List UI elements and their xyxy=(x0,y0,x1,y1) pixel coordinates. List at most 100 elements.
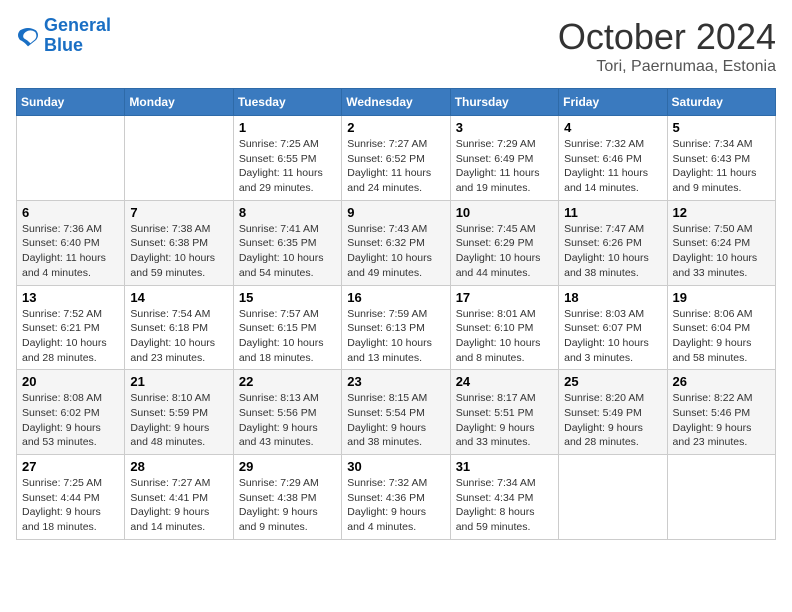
day-detail: Sunrise: 7:45 AMSunset: 6:29 PMDaylight:… xyxy=(456,222,553,281)
day-detail: Sunrise: 7:25 AMSunset: 4:44 PMDaylight:… xyxy=(22,476,119,535)
calendar-cell: 29 Sunrise: 7:29 AMSunset: 4:38 PMDaylig… xyxy=(233,455,341,540)
calendar-week-1: 1 Sunrise: 7:25 AMSunset: 6:55 PMDayligh… xyxy=(17,116,776,201)
title-block: October 2024 Tori, Paernumaa, Estonia xyxy=(558,16,776,76)
logo: General Blue xyxy=(16,16,111,56)
calendar-cell: 2 Sunrise: 7:27 AMSunset: 6:52 PMDayligh… xyxy=(342,116,450,201)
day-number: 14 xyxy=(130,290,227,305)
header-tuesday: Tuesday xyxy=(233,89,341,116)
calendar-cell: 11 Sunrise: 7:47 AMSunset: 6:26 PMDaylig… xyxy=(559,200,667,285)
header-friday: Friday xyxy=(559,89,667,116)
day-detail: Sunrise: 8:03 AMSunset: 6:07 PMDaylight:… xyxy=(564,307,661,366)
day-number: 6 xyxy=(22,205,119,220)
day-number: 20 xyxy=(22,374,119,389)
day-detail: Sunrise: 8:17 AMSunset: 5:51 PMDaylight:… xyxy=(456,391,553,450)
day-number: 17 xyxy=(456,290,553,305)
day-number: 12 xyxy=(673,205,770,220)
day-detail: Sunrise: 8:10 AMSunset: 5:59 PMDaylight:… xyxy=(130,391,227,450)
day-detail: Sunrise: 7:52 AMSunset: 6:21 PMDaylight:… xyxy=(22,307,119,366)
calendar-cell: 26 Sunrise: 8:22 AMSunset: 5:46 PMDaylig… xyxy=(667,370,775,455)
calendar-cell: 19 Sunrise: 8:06 AMSunset: 6:04 PMDaylig… xyxy=(667,285,775,370)
calendar-cell: 10 Sunrise: 7:45 AMSunset: 6:29 PMDaylig… xyxy=(450,200,558,285)
weekday-header-row: Sunday Monday Tuesday Wednesday Thursday… xyxy=(17,89,776,116)
day-detail: Sunrise: 7:38 AMSunset: 6:38 PMDaylight:… xyxy=(130,222,227,281)
header-sunday: Sunday xyxy=(17,89,125,116)
day-detail: Sunrise: 8:06 AMSunset: 6:04 PMDaylight:… xyxy=(673,307,770,366)
calendar-cell: 8 Sunrise: 7:41 AMSunset: 6:35 PMDayligh… xyxy=(233,200,341,285)
calendar-cell xyxy=(125,116,233,201)
day-number: 7 xyxy=(130,205,227,220)
day-detail: Sunrise: 7:34 AMSunset: 6:43 PMDaylight:… xyxy=(673,137,770,196)
day-number: 31 xyxy=(456,459,553,474)
calendar-cell: 15 Sunrise: 7:57 AMSunset: 6:15 PMDaylig… xyxy=(233,285,341,370)
calendar-week-3: 13 Sunrise: 7:52 AMSunset: 6:21 PMDaylig… xyxy=(17,285,776,370)
calendar-week-4: 20 Sunrise: 8:08 AMSunset: 6:02 PMDaylig… xyxy=(17,370,776,455)
calendar-cell: 1 Sunrise: 7:25 AMSunset: 6:55 PMDayligh… xyxy=(233,116,341,201)
day-detail: Sunrise: 7:36 AMSunset: 6:40 PMDaylight:… xyxy=(22,222,119,281)
calendar-cell: 31 Sunrise: 7:34 AMSunset: 4:34 PMDaylig… xyxy=(450,455,558,540)
day-number: 8 xyxy=(239,205,336,220)
day-number: 3 xyxy=(456,120,553,135)
page-header: General Blue October 2024 Tori, Paernuma… xyxy=(16,16,776,76)
calendar-cell: 27 Sunrise: 7:25 AMSunset: 4:44 PMDaylig… xyxy=(17,455,125,540)
day-number: 28 xyxy=(130,459,227,474)
calendar-cell: 23 Sunrise: 8:15 AMSunset: 5:54 PMDaylig… xyxy=(342,370,450,455)
day-detail: Sunrise: 7:43 AMSunset: 6:32 PMDaylight:… xyxy=(347,222,444,281)
calendar-cell: 4 Sunrise: 7:32 AMSunset: 6:46 PMDayligh… xyxy=(559,116,667,201)
day-number: 9 xyxy=(347,205,444,220)
day-number: 21 xyxy=(130,374,227,389)
day-number: 18 xyxy=(564,290,661,305)
calendar-cell: 5 Sunrise: 7:34 AMSunset: 6:43 PMDayligh… xyxy=(667,116,775,201)
calendar-title: October 2024 xyxy=(558,16,776,58)
calendar-week-2: 6 Sunrise: 7:36 AMSunset: 6:40 PMDayligh… xyxy=(17,200,776,285)
day-number: 23 xyxy=(347,374,444,389)
calendar-week-5: 27 Sunrise: 7:25 AMSunset: 4:44 PMDaylig… xyxy=(17,455,776,540)
day-number: 27 xyxy=(22,459,119,474)
day-number: 30 xyxy=(347,459,444,474)
calendar-cell: 16 Sunrise: 7:59 AMSunset: 6:13 PMDaylig… xyxy=(342,285,450,370)
day-detail: Sunrise: 7:57 AMSunset: 6:15 PMDaylight:… xyxy=(239,307,336,366)
calendar-cell: 9 Sunrise: 7:43 AMSunset: 6:32 PMDayligh… xyxy=(342,200,450,285)
day-number: 22 xyxy=(239,374,336,389)
logo-icon xyxy=(16,24,40,48)
day-detail: Sunrise: 8:20 AMSunset: 5:49 PMDaylight:… xyxy=(564,391,661,450)
calendar-cell: 24 Sunrise: 8:17 AMSunset: 5:51 PMDaylig… xyxy=(450,370,558,455)
day-number: 2 xyxy=(347,120,444,135)
day-number: 5 xyxy=(673,120,770,135)
calendar-cell: 18 Sunrise: 8:03 AMSunset: 6:07 PMDaylig… xyxy=(559,285,667,370)
calendar-subtitle: Tori, Paernumaa, Estonia xyxy=(558,58,776,76)
day-number: 10 xyxy=(456,205,553,220)
calendar-cell xyxy=(559,455,667,540)
day-number: 4 xyxy=(564,120,661,135)
header-thursday: Thursday xyxy=(450,89,558,116)
calendar-cell: 3 Sunrise: 7:29 AMSunset: 6:49 PMDayligh… xyxy=(450,116,558,201)
day-number: 1 xyxy=(239,120,336,135)
day-detail: Sunrise: 8:08 AMSunset: 6:02 PMDaylight:… xyxy=(22,391,119,450)
day-number: 24 xyxy=(456,374,553,389)
day-detail: Sunrise: 7:32 AMSunset: 4:36 PMDaylight:… xyxy=(347,476,444,535)
calendar-cell: 6 Sunrise: 7:36 AMSunset: 6:40 PMDayligh… xyxy=(17,200,125,285)
calendar-cell: 20 Sunrise: 8:08 AMSunset: 6:02 PMDaylig… xyxy=(17,370,125,455)
calendar-cell: 7 Sunrise: 7:38 AMSunset: 6:38 PMDayligh… xyxy=(125,200,233,285)
day-detail: Sunrise: 8:13 AMSunset: 5:56 PMDaylight:… xyxy=(239,391,336,450)
calendar-table: Sunday Monday Tuesday Wednesday Thursday… xyxy=(16,88,776,540)
calendar-cell: 14 Sunrise: 7:54 AMSunset: 6:18 PMDaylig… xyxy=(125,285,233,370)
calendar-cell: 17 Sunrise: 8:01 AMSunset: 6:10 PMDaylig… xyxy=(450,285,558,370)
header-monday: Monday xyxy=(125,89,233,116)
day-detail: Sunrise: 7:50 AMSunset: 6:24 PMDaylight:… xyxy=(673,222,770,281)
day-detail: Sunrise: 7:32 AMSunset: 6:46 PMDaylight:… xyxy=(564,137,661,196)
day-detail: Sunrise: 7:29 AMSunset: 4:38 PMDaylight:… xyxy=(239,476,336,535)
day-detail: Sunrise: 7:41 AMSunset: 6:35 PMDaylight:… xyxy=(239,222,336,281)
calendar-cell: 22 Sunrise: 8:13 AMSunset: 5:56 PMDaylig… xyxy=(233,370,341,455)
logo-text: General Blue xyxy=(44,16,111,56)
day-number: 13 xyxy=(22,290,119,305)
day-detail: Sunrise: 7:34 AMSunset: 4:34 PMDaylight:… xyxy=(456,476,553,535)
header-saturday: Saturday xyxy=(667,89,775,116)
day-detail: Sunrise: 7:25 AMSunset: 6:55 PMDaylight:… xyxy=(239,137,336,196)
day-detail: Sunrise: 7:27 AMSunset: 4:41 PMDaylight:… xyxy=(130,476,227,535)
day-detail: Sunrise: 8:22 AMSunset: 5:46 PMDaylight:… xyxy=(673,391,770,450)
calendar-cell xyxy=(667,455,775,540)
day-detail: Sunrise: 7:27 AMSunset: 6:52 PMDaylight:… xyxy=(347,137,444,196)
header-wednesday: Wednesday xyxy=(342,89,450,116)
day-number: 19 xyxy=(673,290,770,305)
day-number: 11 xyxy=(564,205,661,220)
